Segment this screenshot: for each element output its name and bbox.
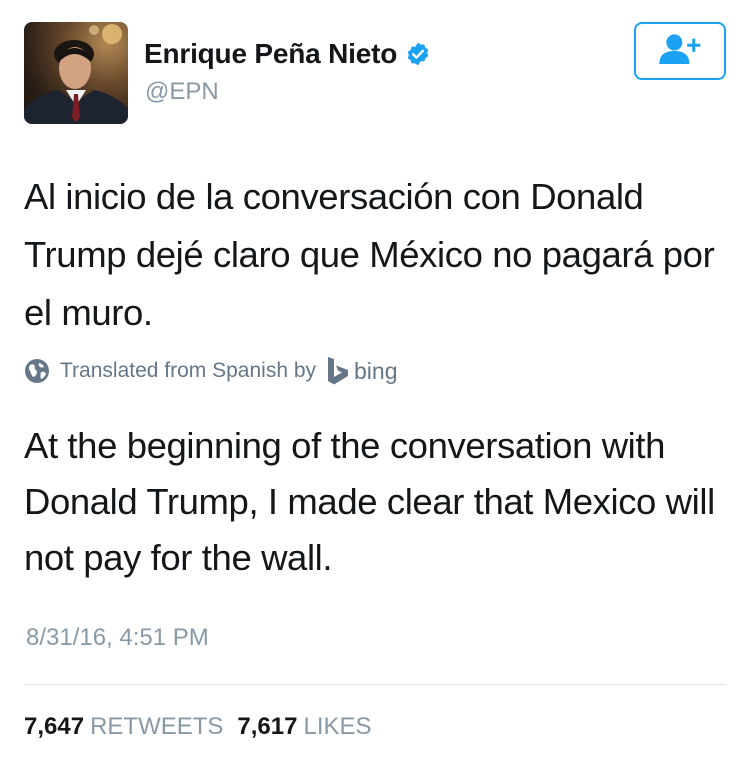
divider: [24, 684, 726, 685]
verified-badge-icon: [405, 41, 431, 67]
avatar[interactable]: [24, 22, 128, 124]
bing-logo-icon: [326, 356, 350, 386]
retweets-label[interactable]: RETWEETS: [90, 713, 223, 740]
translated-text: At the beginning of the conversation wit…: [24, 425, 715, 578]
retweets-count[interactable]: 7,647: [24, 713, 84, 740]
avatar-portrait: [24, 24, 128, 124]
translation-attribution: Translated from Spanish by bing: [24, 356, 398, 386]
tweet-header: Enrique Peña Nieto @EPN: [24, 22, 726, 126]
bing-label[interactable]: bing: [354, 358, 397, 385]
tweet-timestamp: 8/31/16, 4:51 PM: [26, 624, 209, 651]
translation-note: Translated from Spanish by: [60, 359, 317, 382]
likes-count[interactable]: 7,617: [237, 713, 297, 740]
globe-icon: [24, 358, 50, 384]
tweet-text: Al inicio de la conversación con Donald …: [24, 176, 715, 333]
user-handle[interactable]: @EPN: [145, 78, 219, 106]
likes-label[interactable]: LIKES: [303, 713, 371, 740]
add-user-icon: [657, 33, 703, 70]
engagement-stats: 7,647 RETWEETS 7,617 LIKES: [24, 713, 386, 741]
display-name-row: Enrique Peña Nieto: [144, 38, 431, 70]
display-name[interactable]: Enrique Peña Nieto: [144, 38, 397, 70]
follow-button[interactable]: [634, 22, 726, 80]
